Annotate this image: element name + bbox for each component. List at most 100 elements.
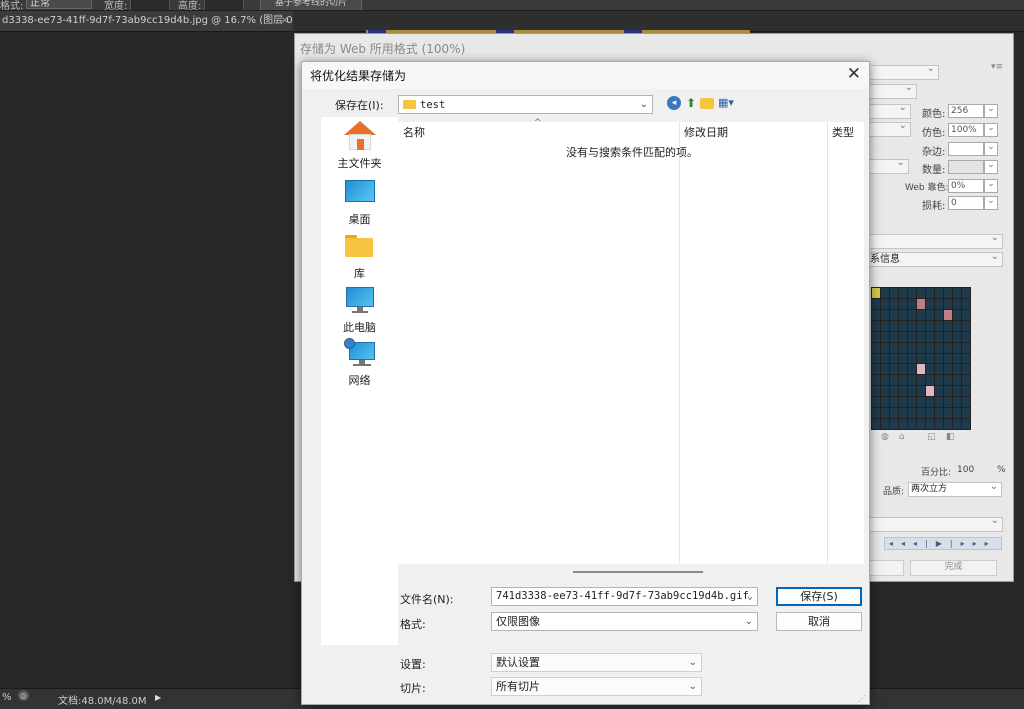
scrollbar-thumb[interactable] <box>573 571 703 573</box>
color-swatch[interactable] <box>899 364 907 375</box>
height-field[interactable] <box>204 0 244 10</box>
color-swatch[interactable] <box>917 353 925 364</box>
preset-select[interactable] <box>867 63 939 80</box>
color-swatch[interactable] <box>962 288 970 298</box>
color-swatch[interactable] <box>917 408 925 419</box>
color-swatch[interactable] <box>935 419 943 429</box>
transparency-dither-select[interactable] <box>867 157 909 174</box>
color-swatch[interactable] <box>881 364 889 375</box>
color-swatch[interactable] <box>944 386 952 397</box>
column-divider[interactable] <box>827 122 828 564</box>
color-swatch[interactable] <box>881 288 889 298</box>
color-swatch[interactable] <box>953 309 961 320</box>
color-swatch[interactable] <box>872 408 880 419</box>
color-swatch[interactable] <box>881 331 889 342</box>
color-swatch[interactable] <box>926 353 934 364</box>
settings-select[interactable]: 默认设置 ⌄ <box>491 653 702 672</box>
animation-controls[interactable]: ◂◂◂|▶|▸▸▸ <box>884 537 1002 550</box>
color-swatch[interactable] <box>899 320 907 331</box>
color-swatch[interactable] <box>890 375 898 386</box>
color-swatch[interactable] <box>872 386 880 397</box>
color-swatch[interactable] <box>908 408 916 419</box>
color-swatch[interactable] <box>944 298 952 309</box>
color-swatch[interactable] <box>890 364 898 375</box>
horizontal-scrollbar[interactable] <box>398 564 864 573</box>
color-swatch[interactable] <box>899 331 907 342</box>
color-swatch[interactable] <box>953 419 961 429</box>
color-swatch[interactable] <box>953 342 961 353</box>
color-swatch[interactable] <box>953 408 961 419</box>
place-desktop[interactable]: 桌面 <box>321 177 398 227</box>
close-tab-icon[interactable]: × <box>281 11 289 31</box>
color-swatch[interactable] <box>908 386 916 397</box>
color-swatch[interactable] <box>890 353 898 364</box>
color-swatch[interactable] <box>926 364 934 375</box>
color-swatch[interactable] <box>962 408 970 419</box>
file-list[interactable]: 名称 ^ 修改日期 类型 没有与搜索条件匹配的项。 <box>398 118 864 564</box>
color-swatch[interactable] <box>962 419 970 429</box>
color-swatch[interactable] <box>944 331 952 342</box>
cancel-button[interactable]: 取消 <box>776 612 862 631</box>
color-swatch[interactable] <box>899 353 907 364</box>
quality-select[interactable]: 两次立方 <box>908 480 1002 497</box>
percent-value[interactable]: 100 <box>957 465 974 475</box>
save-button[interactable]: 保存(S) <box>776 587 862 606</box>
color-swatch[interactable] <box>917 397 925 408</box>
color-swatch[interactable] <box>926 298 934 309</box>
color-swatch[interactable] <box>899 386 907 397</box>
color-swatch[interactable] <box>872 342 880 353</box>
web-snap-field[interactable]: 0% <box>948 179 998 193</box>
color-swatch[interactable] <box>872 419 880 429</box>
color-swatch[interactable] <box>935 386 943 397</box>
color-swatch[interactable] <box>962 309 970 320</box>
color-swatch[interactable] <box>953 364 961 375</box>
place-library[interactable]: 库 <box>321 231 398 281</box>
color-swatch[interactable] <box>962 375 970 386</box>
color-swatch[interactable] <box>935 320 943 331</box>
color-swatch[interactable] <box>953 353 961 364</box>
color-swatch[interactable] <box>944 342 952 353</box>
color-swatch[interactable] <box>953 288 961 298</box>
color-swatch[interactable] <box>908 397 916 408</box>
reduction-select[interactable] <box>867 102 911 119</box>
color-swatch[interactable] <box>908 288 916 298</box>
column-modified[interactable]: 修改日期 <box>684 124 728 140</box>
color-swatch[interactable] <box>881 298 889 309</box>
color-swatch[interactable] <box>899 288 907 298</box>
color-swatch[interactable] <box>872 353 880 364</box>
color-swatch[interactable] <box>908 375 916 386</box>
color-swatch[interactable] <box>881 309 889 320</box>
color-swatch[interactable] <box>899 375 907 386</box>
color-swatch[interactable] <box>890 342 898 353</box>
filename-input[interactable]: 741d3338-ee73-41ff-9d7f-73ab9cc19d4b.gif… <box>491 587 758 606</box>
dither-field[interactable]: 100% <box>948 123 998 137</box>
color-swatch[interactable] <box>917 309 925 320</box>
color-swatch[interactable] <box>926 397 934 408</box>
panel-menu-icon[interactable]: ▾≡ <box>991 62 1003 72</box>
color-swatch[interactable] <box>881 320 889 331</box>
color-swatch[interactable] <box>890 320 898 331</box>
view-menu-icon[interactable]: ▦▾ <box>718 96 738 110</box>
color-swatch[interactable] <box>890 386 898 397</box>
color-swatch[interactable] <box>962 353 970 364</box>
column-type[interactable]: 类型 <box>832 124 854 140</box>
color-swatch[interactable] <box>935 375 943 386</box>
color-swatch[interactable] <box>899 397 907 408</box>
color-swatch[interactable] <box>917 364 925 375</box>
color-swatch[interactable] <box>872 397 880 408</box>
up-folder-icon[interactable]: ⬆ <box>684 96 698 110</box>
color-swatch[interactable] <box>935 288 943 298</box>
color-swatch[interactable] <box>881 397 889 408</box>
close-icon[interactable]: ✕ <box>847 64 861 84</box>
color-swatch[interactable] <box>872 298 880 309</box>
color-swatch[interactable] <box>926 342 934 353</box>
format-select[interactable] <box>867 82 917 99</box>
dither-algorithm-select[interactable] <box>867 120 911 137</box>
color-swatch[interactable] <box>881 419 889 429</box>
color-swatch[interactable] <box>917 342 925 353</box>
color-swatch[interactable] <box>953 386 961 397</box>
color-swatch[interactable] <box>935 309 943 320</box>
color-swatch[interactable] <box>917 298 925 309</box>
guide-slices-button[interactable]: 基于参考线的切片 <box>260 0 362 10</box>
color-swatch[interactable] <box>962 364 970 375</box>
